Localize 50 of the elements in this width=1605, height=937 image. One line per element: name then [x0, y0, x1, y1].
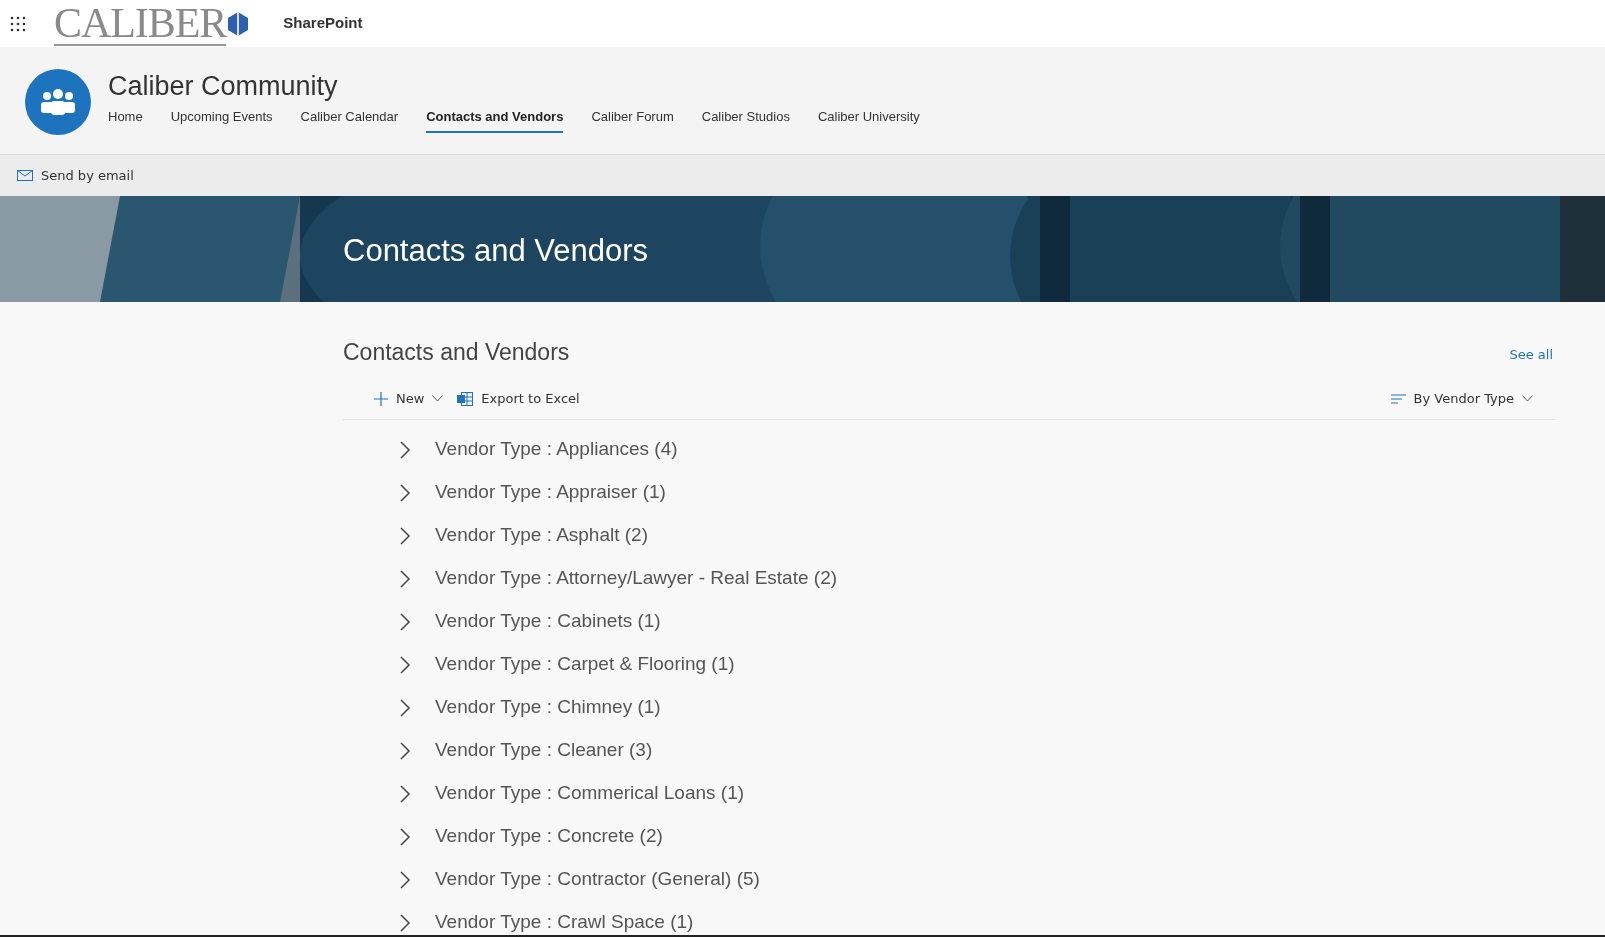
- chevron-right-icon[interactable]: [399, 612, 411, 631]
- group-header[interactable]: Vendor Type : Cabinets (1): [435, 607, 661, 636]
- chevron-right-icon[interactable]: [399, 827, 411, 846]
- chevron-right-icon[interactable]: [399, 655, 411, 674]
- group-header[interactable]: Vendor Type : Contractor (General) (5): [435, 865, 760, 894]
- banner-title: Contacts and Vendors: [343, 232, 649, 270]
- nav-tab[interactable]: Caliber Forum: [591, 107, 674, 133]
- nav-tab[interactable]: Caliber Studios: [701, 107, 790, 133]
- chevron-right-icon[interactable]: [399, 698, 411, 717]
- spreadsheet-icon: [457, 391, 474, 406]
- group-header[interactable]: Vendor Type : Asphalt (2): [435, 521, 648, 550]
- nav-tab[interactable]: Caliber University: [817, 107, 920, 133]
- chevron-right-icon[interactable]: [399, 440, 411, 459]
- group-header[interactable]: Vendor Type : Appraiser (1): [435, 478, 666, 507]
- group-header[interactable]: Vendor Type : Commerical Loans (1): [435, 779, 745, 808]
- chevron-right-icon[interactable]: [399, 483, 411, 502]
- chevron-right-icon[interactable]: [399, 741, 411, 760]
- mail-icon: [17, 170, 33, 181]
- export-to-excel-button[interactable]: Export to Excel: [457, 388, 580, 409]
- see-all-link[interactable]: See all: [1509, 344, 1553, 364]
- chevron-right-icon[interactable]: [399, 913, 411, 932]
- logo-text: CALIBER: [54, 1, 227, 46]
- group-header[interactable]: Vendor Type : Concrete (2): [435, 822, 663, 851]
- new-button[interactable]: New: [374, 388, 444, 409]
- plus-icon: [374, 391, 388, 406]
- group-header[interactable]: Vendor Type : Appliances (4): [435, 435, 678, 464]
- people-icon: [39, 88, 77, 116]
- chevron-right-icon[interactable]: [399, 569, 411, 588]
- chevron-right-icon[interactable]: [399, 870, 411, 889]
- nav-tab[interactable]: Home: [108, 107, 143, 133]
- app-name[interactable]: SharePoint: [283, 12, 363, 35]
- group-header[interactable]: Vendor Type : Chimney (1): [435, 693, 661, 722]
- chevron-right-icon[interactable]: [399, 526, 411, 545]
- app-launcher-icon[interactable]: [10, 15, 26, 32]
- send-by-email-button[interactable]: Send by email: [17, 165, 134, 186]
- lines-icon: [1390, 393, 1406, 404]
- nav-tab[interactable]: Caliber Calendar: [300, 107, 399, 133]
- nav-tab[interactable]: Contacts and Vendors: [426, 107, 564, 133]
- chevron-right-icon[interactable]: [399, 784, 411, 803]
- section-title: Contacts and Vendors: [343, 338, 570, 366]
- group-header[interactable]: Vendor Type : Carpet & Flooring (1): [435, 650, 735, 679]
- logo-hexagon-icon: [227, 10, 250, 37]
- view-selector[interactable]: By Vendor Type: [1390, 388, 1533, 409]
- chevron-down-icon: [1522, 395, 1533, 402]
- group-header[interactable]: Vendor Type : Crawl Space (1): [435, 908, 694, 935]
- group-header[interactable]: Vendor Type : Attorney/Lawyer - Real Estate (2): [435, 564, 838, 593]
- site-title: Caliber Community: [108, 70, 339, 103]
- chevron-down-icon: [432, 395, 444, 402]
- nav-tab[interactable]: Upcoming Events: [170, 107, 273, 133]
- group-header[interactable]: Vendor Type : Cleaner (3): [435, 736, 653, 765]
